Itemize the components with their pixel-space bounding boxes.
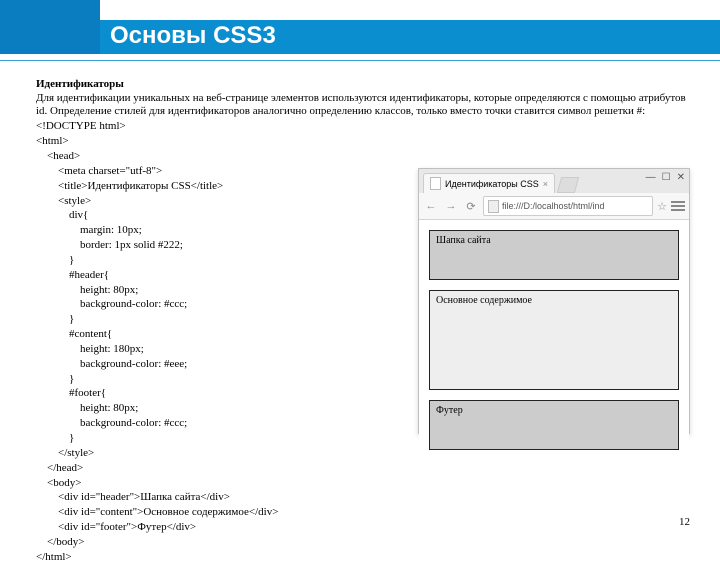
preview-content-text: Основное содержимое — [436, 295, 532, 306]
file-icon — [488, 200, 499, 213]
address-text: file:///D:/localhost/html/ind — [502, 201, 605, 211]
header-divider — [0, 60, 720, 61]
page-icon — [430, 177, 441, 190]
preview-footer: Футер — [429, 400, 679, 450]
bookmark-star-icon[interactable]: ☆ — [657, 200, 667, 213]
browser-tab-strip: Идентификаторы CSS × — ☐ ✕ — [419, 169, 689, 193]
address-bar[interactable]: file:///D:/localhost/html/ind — [483, 196, 653, 216]
header-accent-block — [0, 0, 100, 54]
tab-title: Идентификаторы CSS — [445, 179, 539, 189]
back-button[interactable]: ← — [423, 198, 439, 214]
preview-header-text: Шапка сайта — [436, 235, 491, 246]
tab-close-icon[interactable]: × — [543, 179, 548, 189]
new-tab-button[interactable] — [557, 177, 579, 193]
browser-window: Идентификаторы CSS × — ☐ ✕ ← → ⟳ file://… — [418, 168, 690, 434]
browser-toolbar: ← → ⟳ file:///D:/localhost/html/ind ☆ — [419, 193, 689, 220]
minimize-button[interactable]: — — [646, 172, 656, 183]
page-number: 12 — [679, 516, 690, 528]
browser-viewport: Шапка сайта Основное содержимое Футер — [419, 220, 689, 470]
preview-content: Основное содержимое — [429, 290, 679, 390]
close-window-button[interactable]: ✕ — [677, 172, 685, 183]
hamburger-menu-icon[interactable] — [671, 201, 685, 211]
section-heading: Идентификаторы — [36, 78, 690, 90]
slide-title: Основы CSS3 — [110, 22, 276, 50]
maximize-button[interactable]: ☐ — [662, 172, 671, 183]
forward-button[interactable]: → — [443, 198, 459, 214]
reload-button[interactable]: ⟳ — [463, 198, 479, 214]
preview-footer-text: Футер — [436, 405, 463, 416]
preview-header: Шапка сайта — [429, 230, 679, 280]
window-controls: — ☐ ✕ — [646, 172, 685, 183]
slide-header: Основы CSS3 — [0, 0, 720, 66]
browser-tab[interactable]: Идентификаторы CSS × — [423, 173, 555, 193]
section-paragraph: Для идентификации уникальных на веб-стра… — [36, 92, 690, 117]
